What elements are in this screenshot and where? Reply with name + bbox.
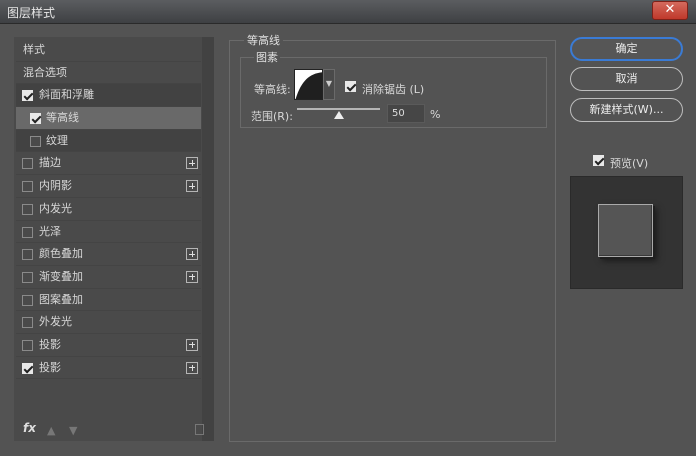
contour-preview[interactable] [294,69,323,100]
close-button[interactable]: ✕ [652,1,688,20]
sidebar-item-label: 样式 [23,43,45,56]
contour-label: 等高线: [254,83,291,96]
sidebar-item[interactable]: 图案叠加 [16,289,201,312]
elements-group-title: 图素 [254,49,280,65]
sidebar-item-label: 内阴影 [39,179,72,193]
sidebar-item-label: 投影 [39,360,61,374]
sidebar-item-checkbox[interactable] [30,135,41,147]
contour-curve-icon [295,72,322,99]
sidebar-item-checkbox[interactable] [22,90,33,102]
title-bar: 图层样式 ✕ [0,0,696,24]
preview-swatch [598,204,653,257]
contour-group-title: 等高线 [244,32,283,48]
add-effect-icon[interactable] [186,180,198,193]
add-effect-icon[interactable] [186,157,198,170]
sidebar-item-label: 外发光 [39,315,72,329]
range-input[interactable] [387,104,425,123]
sidebar-item-label: 图案叠加 [39,292,83,306]
sidebar-item[interactable]: 投影 [16,357,201,380]
sidebar-item[interactable]: 样式 [16,39,201,62]
trash-icon[interactable] [195,424,204,435]
sidebar-item[interactable]: 内发光 [16,198,201,221]
sidebar-item-label: 斜面和浮雕 [39,88,94,102]
range-slider-thumb[interactable] [333,111,344,119]
sidebar-item-label: 光泽 [39,224,61,238]
sidebar-item[interactable]: 斜面和浮雕 [16,84,201,108]
add-effect-icon[interactable] [186,361,198,374]
sidebar-item[interactable]: 内阴影 [16,175,201,198]
ok-button[interactable]: 确定 [570,37,683,61]
sidebar-item-checkbox[interactable] [22,294,33,306]
sidebar-item-checkbox[interactable] [22,226,33,238]
sidebar-item[interactable]: 投影 [16,334,201,357]
sidebar-item[interactable]: 混合选项 [16,62,201,85]
add-effect-icon[interactable] [186,248,198,261]
sidebar-scrollbar[interactable] [202,37,214,441]
chevron-down-icon: ▼ [325,79,333,88]
sidebar-item-checkbox[interactable] [30,113,41,125]
styles-sidebar: 样式混合选项斜面和浮雕等高线纹理描边内阴影内发光光泽颜色叠加渐变叠加图案叠加外发… [14,37,214,441]
sidebar-item[interactable]: 描边 [16,152,201,176]
sidebar-item-label: 描边 [39,156,61,170]
sidebar-item-checkbox[interactable] [22,317,33,329]
range-label: 范围(R): [251,110,293,123]
add-effect-icon[interactable] [186,338,198,351]
move-up-icon[interactable]: ▲ [47,424,57,437]
sidebar-item[interactable]: 渐变叠加 [16,266,201,289]
preview-checkbox[interactable] [593,155,604,166]
contour-dropdown[interactable]: ▼ [323,69,335,100]
sidebar-item[interactable]: 颜色叠加 [16,243,201,266]
sidebar-item-checkbox[interactable] [22,181,33,193]
add-effect-icon[interactable] [186,270,198,283]
range-slider-track[interactable] [297,108,380,110]
antialias-label: 消除锯齿 (L) [362,83,425,96]
sidebar-item[interactable]: 等高线 [16,107,201,130]
style-list: 样式混合选项斜面和浮雕等高线纹理描边内阴影内发光光泽颜色叠加渐变叠加图案叠加外发… [16,39,201,380]
sidebar-item-label: 渐变叠加 [39,269,83,283]
range-unit: % [430,108,441,121]
sidebar-item-label: 混合选项 [23,65,67,79]
window-title: 图层样式 [7,6,56,20]
antialias-checkbox[interactable] [345,81,356,92]
sidebar-item-checkbox[interactable] [22,362,33,374]
preview-label: 预览(V) [610,157,649,170]
new-style-button[interactable]: 新建样式(W)... [570,98,683,122]
cancel-button[interactable]: 取消 [570,67,683,91]
sidebar-item-label: 纹理 [46,133,68,147]
style-preview [570,176,683,289]
sidebar-toolbar: fx ▲ ▼ [14,419,214,441]
sidebar-item-label: 内发光 [39,201,72,215]
sidebar-item-checkbox[interactable] [22,271,33,283]
sidebar-item-checkbox[interactable] [22,249,33,261]
sidebar-item[interactable]: 外发光 [16,311,201,334]
sidebar-item-checkbox[interactable] [22,339,33,351]
sidebar-item-label: 等高线 [46,111,79,125]
move-down-icon[interactable]: ▼ [69,424,79,437]
sidebar-item-checkbox[interactable] [22,203,33,215]
sidebar-item[interactable]: 纹理 [16,129,201,153]
sidebar-item[interactable]: 光泽 [16,221,201,244]
sidebar-item-label: 颜色叠加 [39,247,83,261]
sidebar-item-checkbox[interactable] [22,158,33,170]
fx-button[interactable]: fx [23,421,36,435]
layer-style-dialog: 样式 混合选项 斜面和浮雕 等高线 纹理 描边 内阴影 内发光 光泽 颜色叠加 渐变叠加 图案叠加 外发… [0,24,696,456]
sidebar-item-label: 投影 [39,337,61,351]
